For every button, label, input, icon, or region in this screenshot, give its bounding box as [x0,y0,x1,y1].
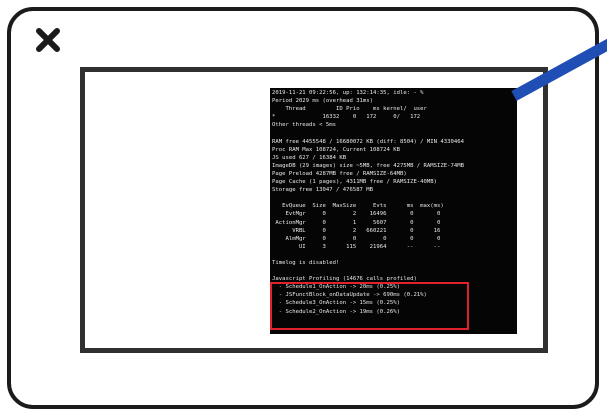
terminal-line: Other threads < 5ms [272,122,336,129]
terminal-line: Page Preload 4287MB free / RAMSIZE-64MB) [272,170,407,177]
terminal-line: Storage free 13047 / 476587 MB [272,187,374,194]
terminal-line: AlmMgr 0 0 0 0 0 [272,235,441,242]
terminal-line: JS used 627 / 16384 KB [272,154,347,161]
terminal-line: ActionMgr 0 1 5607 0 0 [272,219,441,226]
pointer-line [511,38,607,101]
close-icon [36,28,60,52]
close-button[interactable] [30,22,66,58]
terminal-line: * 16332 0 172 0/ 172 [272,114,421,121]
terminal-line: Timelog is disabled! [272,259,340,266]
terminal-line: ImageDB (29 images) size ~5MB, free 4275… [272,162,464,169]
terminal-line: Proc RAM Max 108724, Current 108724 KB [272,146,400,153]
profiling-highlight-box [270,282,469,330]
terminal-line: Period 2029 ms (overhead 31ms) [272,98,374,105]
terminal-line: Thread ID Prio ms kernel/ user [272,106,427,113]
terminal-line: 2019-11-21 09:22:56, up: 132:14:35, idle… [272,90,424,96]
terminal-line: Page Cache (1 pages), 4311MB free / RAMS… [272,179,438,186]
terminal-line: VRBL 0 2 660221 0 16 [272,227,441,234]
terminal-line: UI 3 115 21964 -- -- [272,243,441,250]
terminal-line: RAM free 4455548 / 16680072 KB (diff: 85… [272,138,464,145]
terminal-line: EvtMgr 0 2 16496 0 0 [272,211,441,218]
terminal-line: EvQueue Size MaxSize Evts ms max(ms) [272,203,444,210]
